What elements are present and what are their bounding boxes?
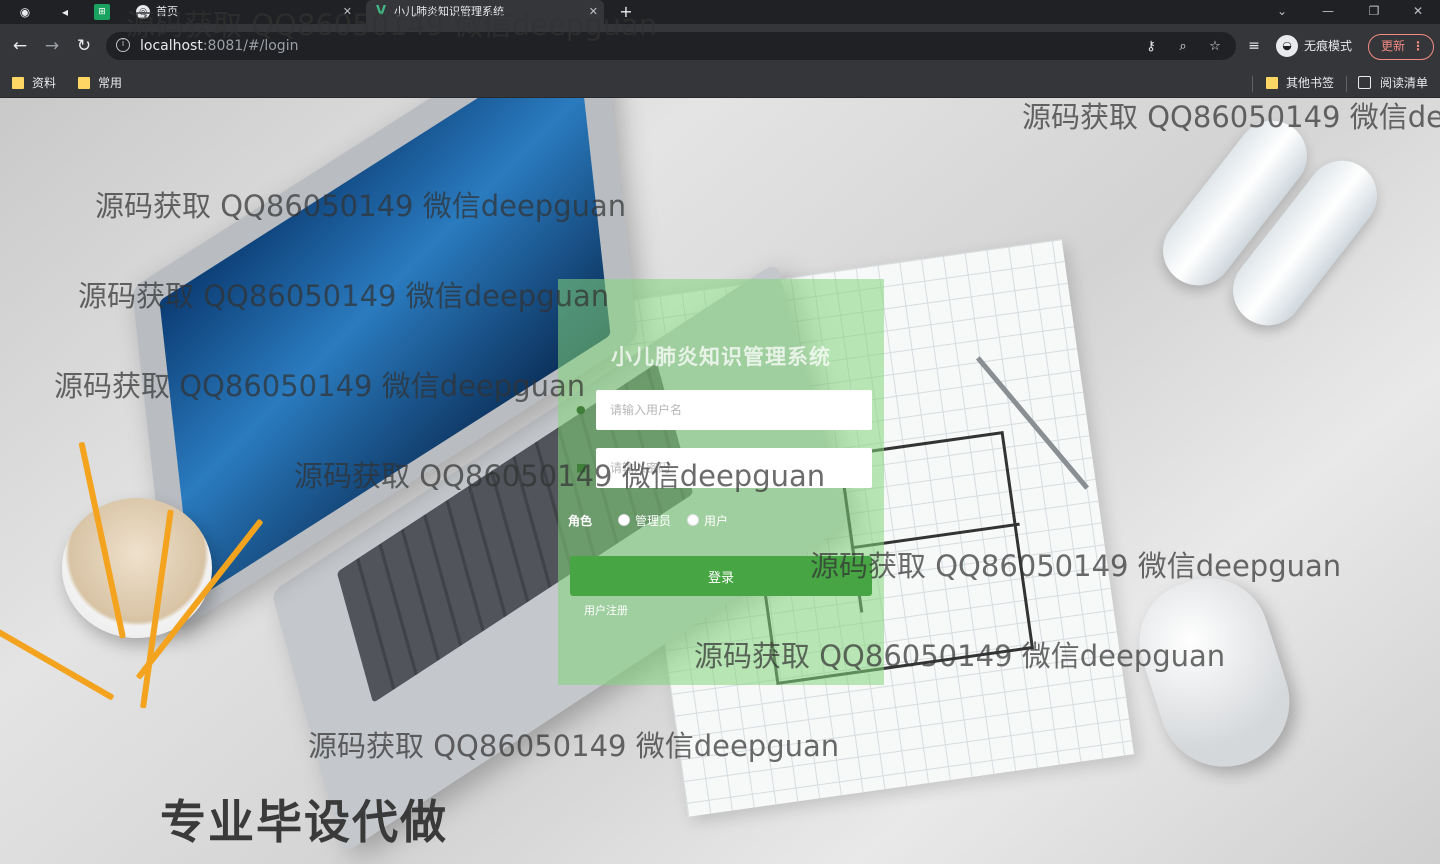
menu-icon: ⋮ [1412, 39, 1424, 53]
vue-icon: V [375, 4, 387, 19]
globe-icon: ◎ [136, 5, 150, 19]
back-icon[interactable]: ← [8, 34, 32, 58]
password-input[interactable] [596, 448, 872, 488]
reading-list-icon [1358, 76, 1371, 89]
bookmark-label: 资料 [32, 76, 57, 90]
bookmark-label: 常用 [98, 76, 123, 90]
app-tab-icon[interactable]: ⊞ [94, 4, 110, 20]
window-close-icon[interactable]: ✕ [1396, 0, 1440, 24]
url-host: localhost [140, 38, 203, 54]
bookmark-separator [1346, 76, 1347, 92]
restore-icon[interactable]: ❐ [1352, 0, 1396, 24]
folder-icon [12, 77, 24, 89]
tab-search-chevron-icon[interactable]: ⌄ [1260, 0, 1304, 24]
close-icon[interactable]: ✕ [343, 0, 352, 24]
login-button[interactable]: 登录 [570, 556, 872, 596]
bookmark-folder[interactable]: 资料 [10, 68, 56, 98]
role-option-label: 管理员 [635, 513, 672, 528]
incognito-label: 无痕模式 [1304, 39, 1353, 53]
role-option-label: 用户 [704, 513, 729, 528]
radio-icon [618, 514, 631, 526]
url-path: :8081/#/login [202, 38, 299, 54]
username-input[interactable] [596, 390, 872, 430]
watermark-text: 源码获取 QQ86050149 微信deepguan [1022, 100, 1440, 134]
browser-toolbar: ← → ↻ i localhost:8081/#/login ⚷ ⌕ ☆ ≡ ◒… [0, 24, 1440, 68]
bookmarks-bar: 资料 常用 其他书签 阅读清单 [0, 68, 1440, 98]
mute-icon[interactable]: ◂ [56, 3, 74, 21]
bookmark-folder[interactable]: 常用 [76, 68, 122, 98]
url-text[interactable]: localhost:8081/#/login [140, 32, 298, 60]
login-form: 小儿肺炎知识管理系统 ● ■ 角色 管理员 用户 登录 用户注册 [558, 279, 884, 685]
mouse-image [1123, 562, 1307, 784]
new-tab-button[interactable]: + [617, 3, 635, 21]
info-icon[interactable]: i [116, 38, 130, 52]
tab-bar: ◉ ◂ ⊞ ◎ 首页 ✕ V 小儿肺炎知识管理系统 ✕ + ⌄ — ❐ ✕ [0, 0, 1440, 24]
other-bookmarks[interactable]: 其他书签 [1264, 68, 1334, 98]
tab-home[interactable]: ◎ 首页 ✕ [128, 0, 358, 24]
role-radio-admin[interactable]: 管理员 [618, 512, 671, 529]
login-page: 小儿肺炎知识管理系统 ● ■ 角色 管理员 用户 登录 用户注册 源码获取 QQ… [0, 98, 1440, 864]
role-selector: 角色 管理员 用户 [568, 511, 744, 529]
reading-list[interactable]: 阅读清单 [1358, 68, 1428, 98]
minimize-icon[interactable]: — [1306, 0, 1350, 24]
incognito-icon: ◒ [1276, 35, 1298, 57]
forward-icon[interactable]: → [40, 34, 64, 58]
bookmark-separator [1252, 76, 1253, 92]
role-radio-user[interactable]: 用户 [687, 512, 728, 529]
folder-icon [1266, 77, 1278, 89]
register-link[interactable]: 用户注册 [584, 602, 628, 618]
pencil-cup-image [62, 498, 212, 638]
tab-login[interactable]: V 小儿肺炎知识管理系统 ✕ [366, 0, 604, 24]
address-bar[interactable]: i localhost:8081/#/login ⚷ ⌕ ☆ [106, 32, 1236, 60]
promo-text: 专业毕设代做 [160, 795, 448, 849]
folder-icon [78, 77, 90, 89]
reading-list-icon[interactable]: ≡ [1242, 34, 1266, 58]
incognito-indicator[interactable]: ◒ 无痕模式 [1276, 34, 1352, 58]
update-button[interactable]: 更新 ⋮ [1368, 34, 1434, 60]
radio-icon [687, 514, 700, 526]
reload-icon[interactable]: ↻ [72, 34, 96, 58]
other-bookmarks-label: 其他书签 [1286, 76, 1335, 90]
zoom-icon[interactable]: ⌕ [1174, 38, 1192, 56]
tab-search-icon[interactable]: ◉ [16, 3, 34, 21]
login-title: 小儿肺炎知识管理系统 [611, 345, 831, 369]
user-icon: ● [576, 403, 586, 416]
key-icon[interactable]: ⚷ [1142, 38, 1160, 56]
update-label: 更新 [1381, 39, 1406, 53]
tab-login-label: 小儿肺炎知识管理系统 [394, 5, 504, 18]
tab-home-label: 首页 [156, 5, 178, 18]
lock-icon: ■ [576, 461, 587, 474]
close-icon[interactable]: ✕ [589, 0, 598, 24]
role-label: 角色 [568, 513, 593, 528]
reading-list-label: 阅读清单 [1380, 76, 1429, 90]
star-icon[interactable]: ☆ [1206, 38, 1224, 56]
